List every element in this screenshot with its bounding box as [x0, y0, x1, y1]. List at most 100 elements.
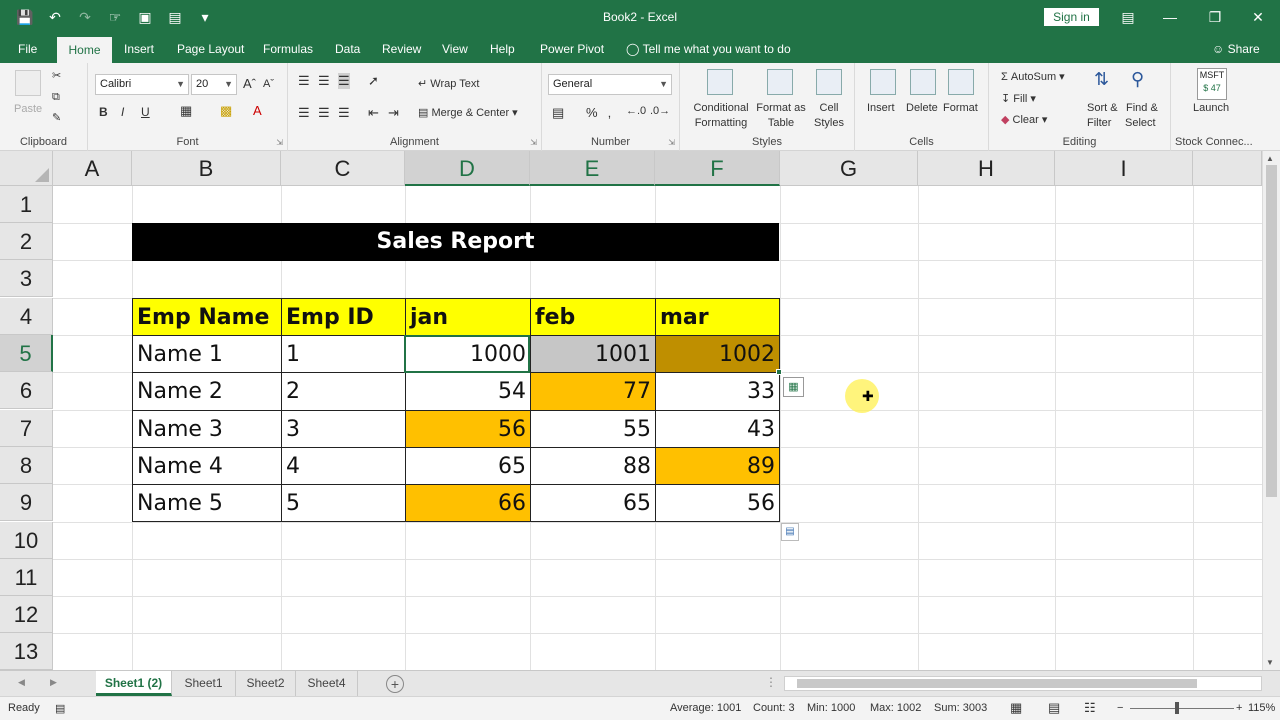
find-select-label-2[interactable]: Select	[1125, 117, 1156, 129]
decrease-indent-icon[interactable]: ⇤	[368, 105, 379, 121]
tab-split-handle-icon[interactable]: ⋮	[765, 675, 777, 689]
page-break-view-icon[interactable]: ☷	[1084, 700, 1096, 716]
data-cell-e6[interactable]: 77	[530, 372, 656, 411]
cell-styles-label-1[interactable]: Cell	[814, 102, 844, 114]
increase-decimal-icon[interactable]: ←.0	[626, 105, 646, 117]
cut-icon[interactable]: ✂	[52, 69, 61, 82]
increase-indent-icon[interactable]: ⇥	[388, 105, 399, 121]
sheet-tab-sheet2[interactable]: Sheet2	[236, 671, 296, 696]
new-sheet-button[interactable]: +	[386, 675, 404, 693]
row-header-5[interactable]: 5	[0, 335, 53, 372]
row-header-3[interactable]: 3	[0, 260, 53, 297]
conditional-formatting-label-2[interactable]: Formatting	[686, 117, 756, 129]
zoom-slider-thumb[interactable]	[1175, 702, 1179, 714]
data-cell-f9[interactable]: 56	[655, 484, 780, 522]
format-cells-button[interactable]: Format	[943, 102, 978, 114]
align-left-icon[interactable]: ☰	[298, 105, 310, 121]
sign-in-button[interactable]: Sign in	[1044, 8, 1099, 26]
zoom-slider-track[interactable]	[1130, 708, 1234, 709]
font-size-combo[interactable]: 20 ▼	[191, 74, 237, 95]
minimize-icon[interactable]: —	[1150, 5, 1190, 29]
data-cell-e9[interactable]: 65	[530, 484, 656, 522]
row-header-7[interactable]: 7	[0, 410, 53, 447]
data-cell-d7[interactable]: 56	[405, 410, 531, 448]
zoom-out-icon[interactable]: −	[1117, 702, 1123, 714]
data-cell-b6[interactable]: Name 2	[132, 372, 282, 411]
tab-page-layout[interactable]: Page Layout	[177, 42, 244, 56]
fill-color-icon[interactable]: ▩	[220, 103, 232, 119]
column-header-partial[interactable]	[1193, 151, 1262, 186]
underline-button[interactable]: U	[141, 105, 150, 119]
data-cell-f7[interactable]: 43	[655, 410, 780, 448]
column-header-e[interactable]: E	[530, 151, 655, 186]
autosum-button[interactable]: Σ AutoSum ▾	[1001, 70, 1065, 83]
orientation-icon[interactable]: ➚	[368, 73, 379, 89]
column-header-i[interactable]: I	[1055, 151, 1193, 186]
column-header-h[interactable]: H	[918, 151, 1055, 186]
column-header-f[interactable]: F	[655, 151, 780, 186]
sheet-tab-sheet1-2[interactable]: Sheet1 (2)	[96, 671, 172, 696]
quick-analysis-icon[interactable]: ▦	[783, 377, 804, 397]
paste-options-icon[interactable]: ▤	[781, 523, 799, 541]
row-header-8[interactable]: 8	[0, 447, 53, 484]
data-cell-d8[interactable]: 65	[405, 447, 531, 485]
data-cell-f8[interactable]: 89	[655, 447, 780, 485]
launch-button[interactable]: Launch	[1193, 102, 1229, 114]
row-header-9[interactable]: 9	[0, 484, 53, 521]
bottom-align-icon[interactable]: ☰	[338, 73, 350, 89]
format-as-table-label-2[interactable]: Table	[756, 117, 806, 129]
decrease-decimal-icon[interactable]: .0→	[650, 105, 670, 117]
share-button[interactable]: ☺ Share	[1212, 42, 1260, 56]
delete-cells-button[interactable]: Delete	[906, 102, 938, 114]
zoom-in-icon[interactable]: +	[1236, 702, 1242, 714]
sales-report-title-cell[interactable]: Sales Report	[132, 223, 779, 261]
close-icon[interactable]: ✕	[1238, 5, 1278, 29]
conditional-formatting-label-1[interactable]: Conditional	[691, 102, 751, 114]
align-right-icon[interactable]: ☰	[338, 105, 350, 121]
row-header-10[interactable]: 10	[0, 522, 53, 559]
percent-style-button[interactable]: %	[586, 105, 598, 120]
worksheet-grid[interactable]: A B C D E F G H I 1 2 3 4 5 6 7 8 9 10 1…	[0, 151, 1262, 670]
accounting-format-icon[interactable]: ▤	[552, 105, 564, 121]
row-header-6[interactable]: 6	[0, 372, 53, 409]
data-cell-c7[interactable]: 3	[281, 410, 406, 448]
bold-button[interactable]: B	[99, 105, 108, 119]
tab-review[interactable]: Review	[382, 42, 421, 56]
data-cell-e8[interactable]: 88	[530, 447, 656, 485]
dialog-launcher-icon[interactable]: ⇲	[276, 138, 283, 147]
copy-icon[interactable]: ⧉	[52, 91, 60, 104]
stock-tile[interactable]: MSFT $ 47	[1197, 68, 1227, 100]
data-cell-c5[interactable]: 1	[281, 335, 406, 373]
wrap-text-button[interactable]: ↵ Wrap Text	[418, 77, 479, 90]
fill-handle[interactable]	[776, 369, 782, 375]
next-sheet-icon[interactable]: ▶	[50, 677, 57, 688]
merge-center-button[interactable]: ▤ Merge & Center ▾	[418, 106, 518, 119]
header-cell-emp-name[interactable]: Emp Name	[132, 298, 282, 336]
column-header-a[interactable]: A	[53, 151, 132, 186]
horizontal-scroll-thumb[interactable]	[797, 679, 1197, 688]
data-cell-b7[interactable]: Name 3	[132, 410, 282, 448]
data-cell-f5[interactable]: 1002	[655, 335, 780, 373]
page-layout-view-icon[interactable]: ▤	[1048, 700, 1060, 716]
header-cell-jan[interactable]: jan	[405, 298, 531, 336]
sort-filter-label-2[interactable]: Filter	[1087, 117, 1111, 129]
data-cell-e5[interactable]: 1001	[530, 335, 656, 373]
column-header-b[interactable]: B	[132, 151, 281, 186]
vertical-scrollbar[interactable]: ▲ ▼	[1262, 151, 1280, 670]
sheet-tab-sheet4[interactable]: Sheet4	[296, 671, 358, 696]
tab-help[interactable]: Help	[490, 42, 515, 56]
decrease-font-icon[interactable]: Aˇ	[263, 78, 274, 90]
tab-file[interactable]: File	[18, 42, 37, 56]
zoom-level[interactable]: 115%	[1248, 702, 1275, 714]
header-cell-emp-id[interactable]: Emp ID	[281, 298, 406, 336]
sort-filter-label-1[interactable]: Sort &	[1087, 102, 1118, 114]
data-cell-c6[interactable]: 2	[281, 372, 406, 411]
insert-cells-button[interactable]: Insert	[867, 102, 895, 114]
data-cell-d6[interactable]: 54	[405, 372, 531, 411]
clear-button[interactable]: ◆ Clear ▾	[1001, 113, 1047, 126]
data-cell-e7[interactable]: 55	[530, 410, 656, 448]
font-color-icon[interactable]: A	[253, 103, 262, 118]
header-cell-mar[interactable]: mar	[655, 298, 780, 336]
tab-power-pivot[interactable]: Power Pivot	[540, 42, 604, 56]
tab-home[interactable]: Home	[57, 37, 112, 63]
